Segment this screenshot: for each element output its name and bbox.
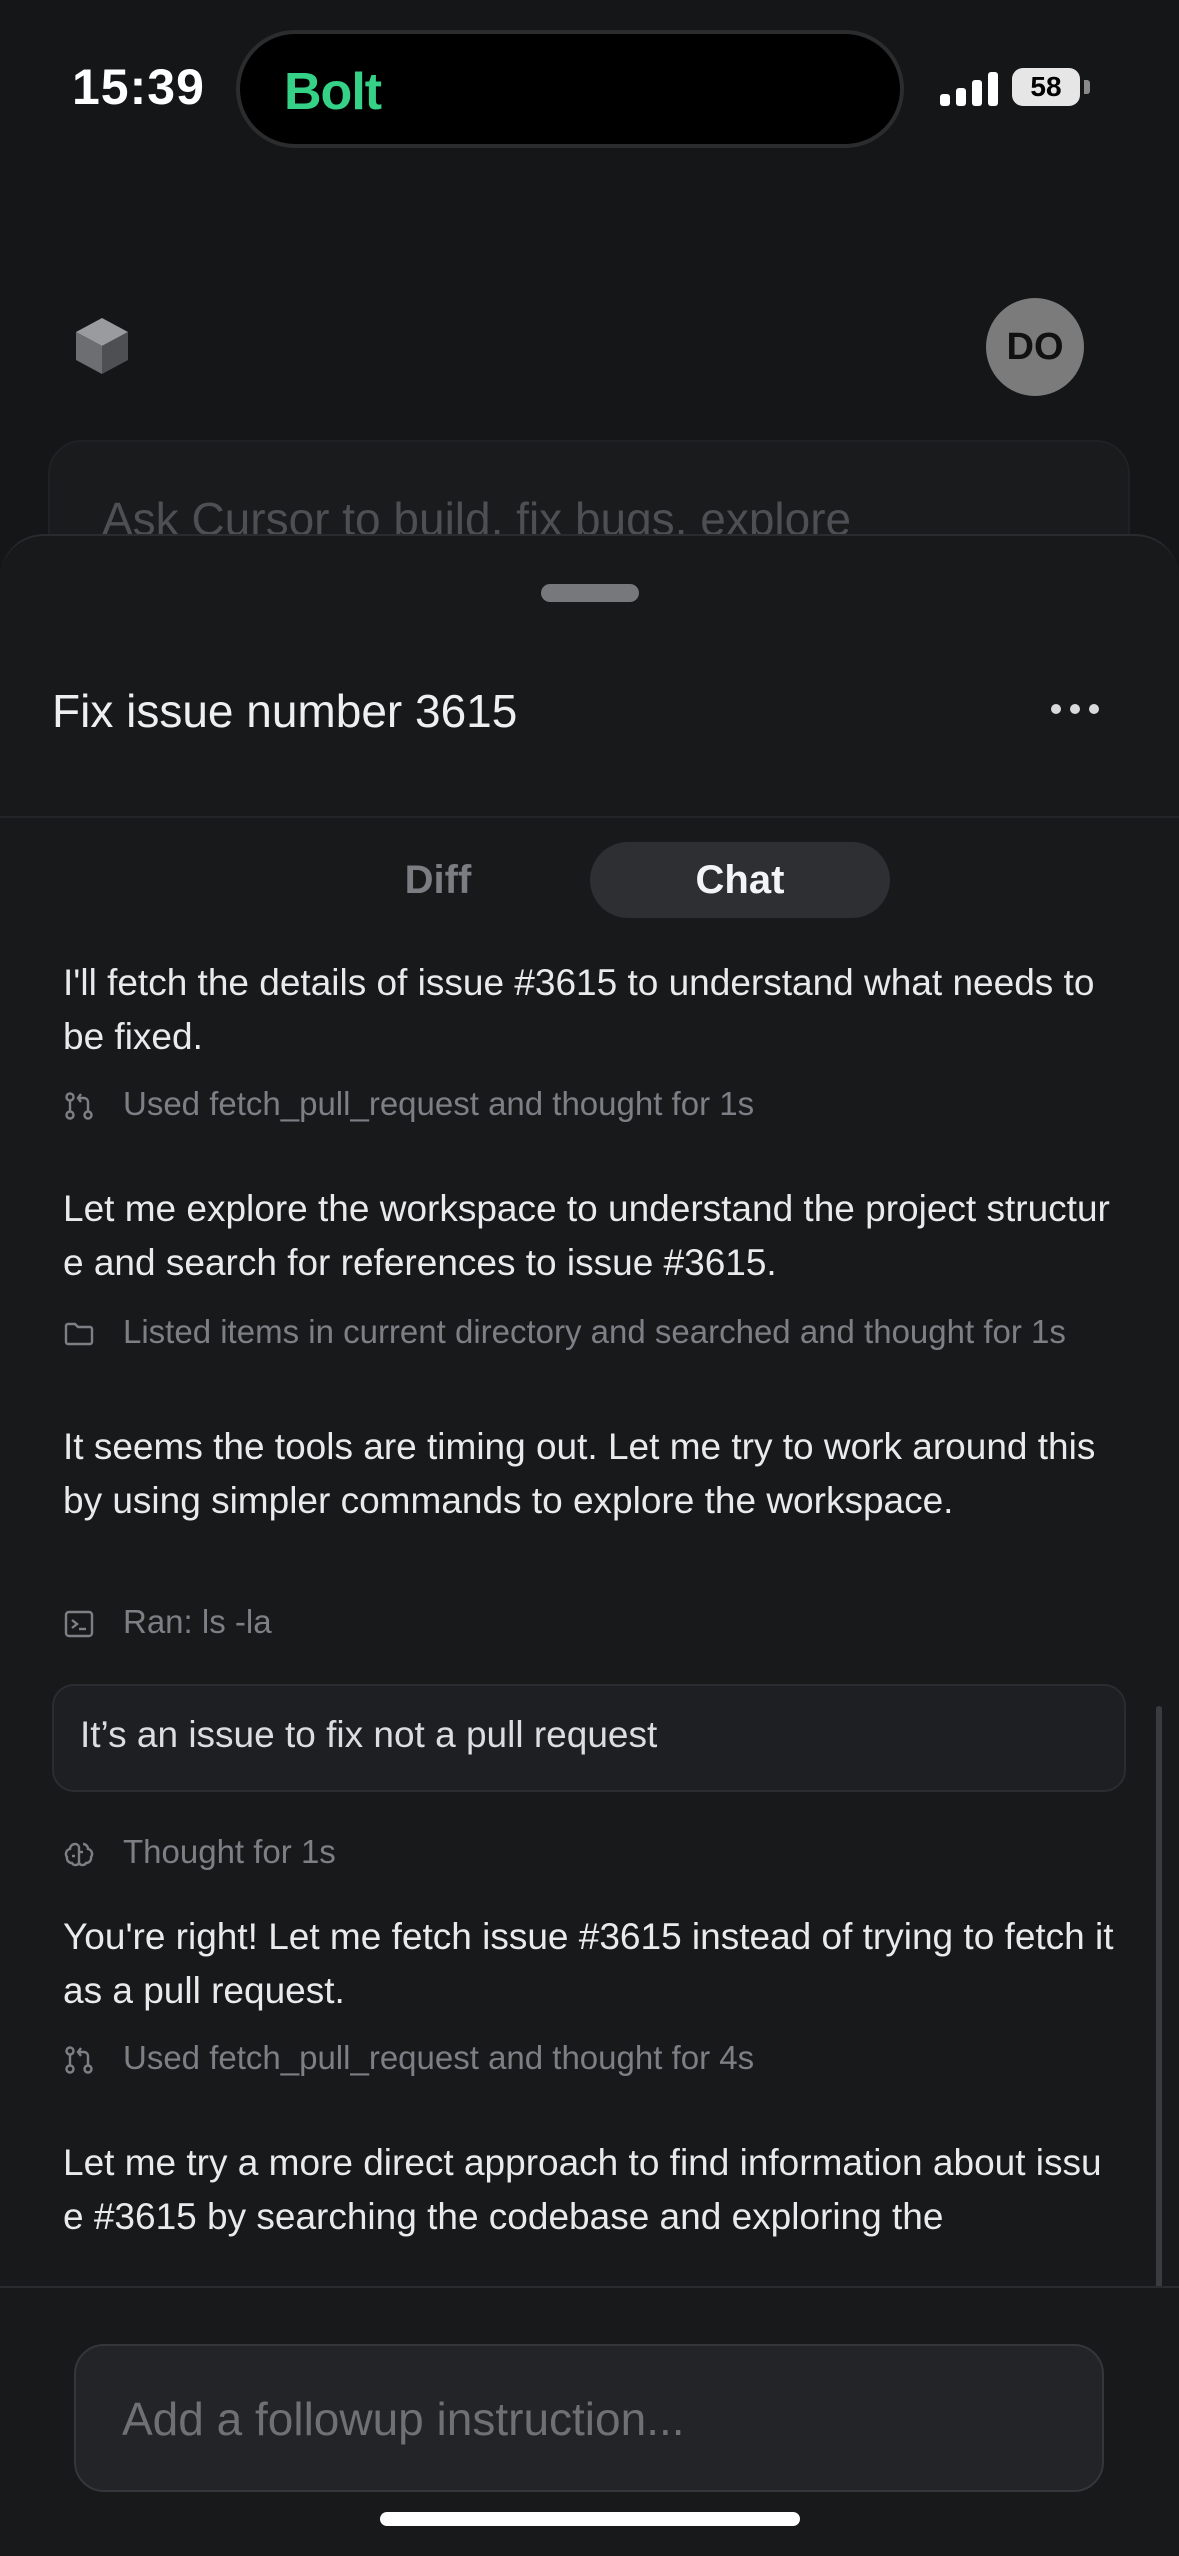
scrollbar[interactable]: [1156, 1706, 1162, 2286]
dot-icon: [1089, 704, 1099, 714]
more-options-button[interactable]: [1040, 684, 1110, 734]
sheet-grabber[interactable]: [541, 584, 639, 602]
status-bar: 15:39 Bolt 58: [0, 0, 1179, 170]
divider: [0, 816, 1179, 818]
battery-icon: 58: [1012, 68, 1080, 106]
sheet-title: Fix issue number 3615: [52, 685, 518, 737]
avatar[interactable]: DO: [986, 298, 1084, 396]
tool-call-label: Thought for 1s: [123, 1833, 336, 1870]
tool-call-label: Used fetch_pull_request and thought for …: [123, 1085, 755, 1122]
signal-icon: [940, 70, 998, 106]
assistant-message: I'll fetch the details of issue #3615 to…: [63, 962, 1095, 1057]
assistant-message: It seems the tools are timing out. Let m…: [63, 1426, 1096, 1521]
followup-placeholder: Add a followup instruction...: [122, 2393, 685, 2445]
tool-call-row[interactable]: Used fetch_pull_request and thought for …: [63, 1080, 1123, 1128]
divider: [0, 2286, 1179, 2288]
segmented-control: Diff Chat: [0, 842, 1179, 918]
folder-icon: [64, 1322, 94, 1346]
dot-icon: [1051, 704, 1061, 714]
tab-chat[interactable]: Chat: [590, 842, 890, 918]
tool-call-row[interactable]: Listed items in current directory and se…: [63, 1308, 1123, 1356]
tool-call-row[interactable]: Thought for 1s: [63, 1828, 1123, 1876]
tab-diff[interactable]: Diff: [340, 842, 536, 918]
user-message-text: It’s an issue to fix not a pull request: [80, 1714, 658, 1755]
status-time: 15:39: [72, 59, 205, 115]
tool-call-row[interactable]: Used fetch_pull_request and thought for …: [63, 2034, 1123, 2082]
followup-input[interactable]: Add a followup instruction...: [74, 2344, 1104, 2492]
tool-call-label: Listed items in current directory and se…: [123, 1313, 1066, 1350]
chat-transcript[interactable]: I'll fetch the details of issue #3615 to…: [0, 956, 1179, 2286]
tool-call-label: Ran: ls -la: [123, 1603, 272, 1640]
brain-icon: [64, 1842, 94, 1867]
assistant-message: Let me try a more direct approach to fin…: [63, 2142, 1102, 2237]
tool-call-label: Used fetch_pull_request and thought for …: [123, 2039, 755, 2076]
dot-icon: [1070, 704, 1080, 714]
assistant-message: Let me explore the workspace to understa…: [63, 1188, 1110, 1283]
dynamic-island[interactable]: Bolt: [236, 30, 904, 148]
git-pull-request-icon: [65, 2046, 93, 2074]
cursor-logo-icon: [76, 318, 128, 374]
assistant-message: You're right! Let me fetch issue #3615 i…: [63, 1916, 1114, 2011]
terminal-icon: [64, 1610, 94, 1638]
tool-call-row[interactable]: Ran: ls -la: [63, 1598, 1123, 1646]
home-indicator[interactable]: [380, 2512, 800, 2526]
task-sheet: Fix issue number 3615 Diff Chat I'll fet…: [0, 534, 1179, 2556]
battery-tip: [1084, 80, 1090, 94]
git-pull-request-icon: [65, 1092, 93, 1120]
user-message-bubble[interactable]: It’s an issue to fix not a pull request: [52, 1684, 1126, 1792]
bolt-logo: Bolt: [284, 63, 382, 121]
